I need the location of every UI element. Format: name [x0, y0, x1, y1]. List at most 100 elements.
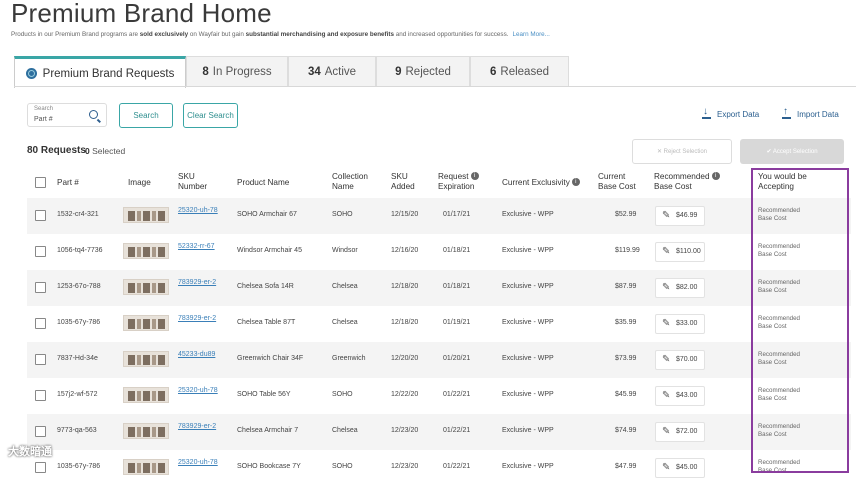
row-checkbox[interactable]	[35, 426, 46, 437]
sku-link[interactable]: 25320-uh-78	[178, 207, 218, 214]
subtitle-text: Products in our Premium Brand programs a…	[11, 31, 140, 38]
tab-premium-brand-requests[interactable]: Premium Brand Requests	[14, 56, 186, 88]
collection-name: SOHO	[332, 211, 353, 218]
product-image	[123, 423, 169, 439]
part-number: 7837-Hd-34e	[57, 355, 98, 362]
sku-link[interactable]: 783929-er-2	[178, 315, 216, 322]
column-collection-line2: Name	[332, 182, 354, 191]
recommended-cost-value: $70.00	[676, 356, 698, 363]
row-checkbox[interactable]	[35, 210, 46, 221]
request-expiration-date: 01/18/21	[443, 283, 471, 290]
recommended-cost-field[interactable]: ✎ $33.00	[655, 314, 705, 334]
import-data-button[interactable]: Import Data	[782, 106, 839, 119]
column-added-line1: SKU	[391, 172, 408, 181]
column-sku[interactable]: SKU Number	[178, 172, 207, 192]
collection-name: Chelsea	[332, 283, 358, 290]
export-data-button[interactable]: Export Data	[702, 106, 759, 119]
pencil-icon: ✎	[662, 354, 671, 365]
accepting-line2: Base Cost	[758, 215, 787, 222]
search-placeholder: Part #	[34, 116, 53, 123]
column-base-line1: Current	[598, 172, 626, 181]
product-name: Chelsea Table 87T	[237, 319, 296, 326]
accepting-value: Recommended Base Cost	[758, 279, 828, 295]
accepting-line1: Recommended	[758, 351, 800, 358]
sku-added-date: 12/15/20	[391, 211, 419, 218]
search-button[interactable]: Search	[119, 103, 173, 128]
accepting-line1: Recommended	[758, 459, 800, 466]
sku-link[interactable]: 25320-uh-78	[178, 459, 218, 466]
table-row: 157j2-wf-572 25320-uh-78 SOHO Table 56Y …	[27, 378, 851, 414]
column-accept-line1: You would be	[758, 172, 807, 181]
column-recommended-base-cost[interactable]: Recommended i Base Cost	[654, 172, 720, 192]
accepting-line2: Base Cost	[758, 431, 787, 438]
tab-count: 6	[490, 65, 497, 78]
search-icon[interactable]	[89, 110, 98, 119]
recommended-cost-field[interactable]: ✎ $43.00	[655, 386, 705, 406]
recommended-cost-field[interactable]: ✎ $70.00	[655, 350, 705, 370]
row-checkbox[interactable]	[35, 282, 46, 293]
sku-link[interactable]: 45233-du89	[178, 351, 215, 358]
table-row: 7837-Hd-34e 45233-du89 Greenwich Chair 3…	[27, 342, 851, 378]
current-base-cost: $35.99	[615, 319, 637, 326]
recommended-cost-value: $33.00	[676, 320, 698, 327]
part-number: 1253-67o-788	[57, 283, 101, 290]
recommended-cost-field[interactable]: ✎ $45.00	[655, 458, 705, 478]
column-product[interactable]: Product Name	[237, 178, 289, 188]
request-expiration-date: 01/22/21	[443, 427, 471, 434]
pencil-icon: ✎	[662, 462, 671, 473]
column-part[interactable]: Part #	[57, 178, 79, 188]
current-exclusivity: Exclusive - WPP	[502, 391, 554, 398]
recommended-cost-field[interactable]: ✎ $110.00	[655, 242, 705, 262]
search-input[interactable]: Search Part #	[27, 103, 107, 127]
accepting-line1: Recommended	[758, 315, 800, 322]
recommended-cost-value: $82.00	[676, 284, 698, 291]
sku-link[interactable]: 25320-uh-78	[178, 387, 218, 394]
tab-released[interactable]: 6 Released	[470, 56, 569, 86]
subtitle-bold-2: substantial merchandising and exposure b…	[245, 31, 395, 38]
column-current-exclusivity[interactable]: Current Exclusivity i	[502, 178, 580, 188]
column-current-base-cost[interactable]: Current Base Cost	[598, 172, 636, 192]
clear-search-button[interactable]: Clear Search	[183, 103, 238, 128]
product-image	[123, 207, 169, 223]
table-row: 9773-qa-563 783929-er-2 Chelsea Armchair…	[27, 414, 851, 450]
learn-more-link[interactable]: Learn More...	[512, 31, 549, 38]
search-label: Search	[34, 106, 54, 112]
tab-label: In Progress	[212, 65, 272, 78]
sku-link[interactable]: 783929-er-2	[178, 279, 216, 286]
sku-link[interactable]: 783929-er-2	[178, 423, 216, 430]
tab-active[interactable]: 34 Active	[288, 56, 376, 86]
reject-selection-button[interactable]: ✕ Reject Selection	[632, 139, 732, 164]
column-sku-added[interactable]: SKU Added	[391, 172, 415, 192]
subtitle-text-3: and increased opportunities for success.	[394, 31, 509, 38]
row-checkbox[interactable]	[35, 462, 46, 473]
recommended-cost-field[interactable]: ✎ $72.00	[655, 422, 705, 442]
accepting-line1: Recommended	[758, 279, 800, 286]
accepting-line2: Base Cost	[758, 287, 787, 294]
row-checkbox[interactable]	[35, 390, 46, 401]
recommended-cost-value: $110.00	[676, 248, 701, 255]
info-icon[interactable]: i	[571, 178, 580, 186]
recommended-cost-field[interactable]: ✎ $82.00	[655, 278, 705, 298]
select-all-checkbox[interactable]	[35, 177, 46, 188]
column-request-expiration[interactable]: Request i Expiration	[438, 172, 479, 192]
table-row: 1035-67y-786 783929-er-2 Chelsea Table 8…	[27, 306, 851, 342]
product-name: Chelsea Sofa 14R	[237, 283, 294, 290]
recommended-cost-field[interactable]: ✎ $46.99	[655, 206, 705, 226]
accepting-line2: Base Cost	[758, 251, 787, 258]
row-checkbox[interactable]	[35, 318, 46, 329]
accepting-line1: Recommended	[758, 243, 800, 250]
row-checkbox[interactable]	[35, 246, 46, 257]
info-icon[interactable]: i	[711, 172, 720, 180]
collection-name: Windsor	[332, 247, 358, 254]
table-row: 1253-67o-788 783929-er-2 Chelsea Sofa 14…	[27, 270, 851, 306]
row-checkbox[interactable]	[35, 354, 46, 365]
tab-rejected[interactable]: 9 Rejected	[376, 56, 470, 86]
sku-link[interactable]: 52332-rr-67	[178, 243, 215, 250]
column-sku-line1: SKU	[178, 172, 195, 181]
page-description: Products in our Premium Brand programs a…	[11, 31, 861, 38]
tab-in-progress[interactable]: 8 In Progress	[186, 56, 288, 86]
accept-selection-button[interactable]: ✔ Accept Selection	[740, 139, 844, 164]
accepting-line1: Recommended	[758, 423, 800, 430]
info-icon[interactable]: i	[470, 172, 479, 180]
column-collection[interactable]: Collection Name	[332, 172, 368, 192]
